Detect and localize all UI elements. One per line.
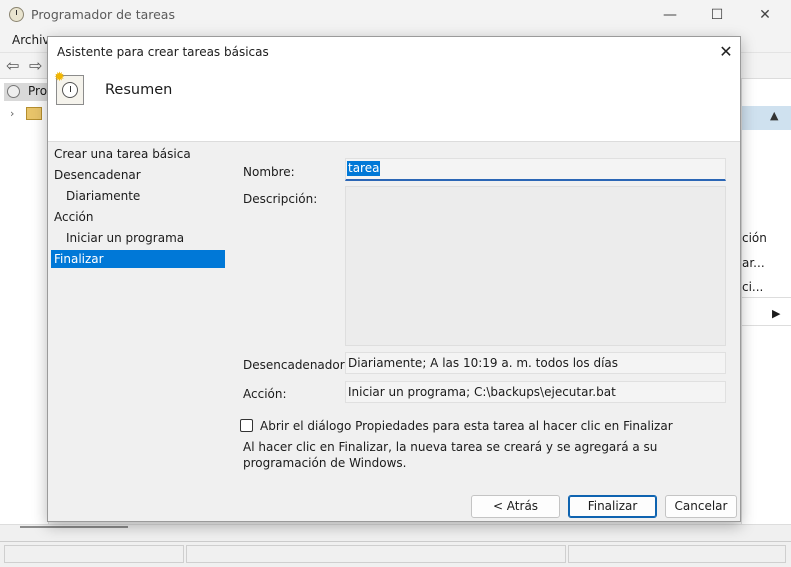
folder-icon <box>26 107 42 120</box>
step-label: Iniciar un programa <box>66 231 185 245</box>
tree-item-library[interactable]: › <box>10 107 42 120</box>
task-scheduler-icon <box>9 7 24 22</box>
step-label: Crear una tarea básica <box>54 147 191 161</box>
name-value: tarea <box>347 161 381 176</box>
collapse-up-icon[interactable]: ▲ <box>770 109 778 122</box>
dialog-title: Asistente para crear tareas básicas <box>57 45 269 59</box>
step-label: Diariamente <box>66 189 141 203</box>
action-field[interactable]: Iniciar un programa; C:\backups\ejecutar… <box>345 381 726 403</box>
back-button[interactable]: < Atrás <box>471 495 560 518</box>
submenu-arrow-icon[interactable]: ▶ <box>772 307 780 320</box>
task-wizard-icon: ✹ <box>54 70 84 105</box>
divider <box>742 297 791 298</box>
clock-icon <box>7 85 20 98</box>
status-cell <box>568 545 786 563</box>
action-value: Iniciar un programa; C:\backups\ejecutar… <box>348 385 616 399</box>
main-window-title: Programador de tareas <box>31 7 175 22</box>
finish-note: Al hacer clic en Finalizar, la nueva tar… <box>243 440 658 470</box>
step-label: Acción <box>54 210 94 224</box>
description-field[interactable] <box>345 186 726 346</box>
maximize-icon[interactable]: ☐ <box>702 4 732 26</box>
divider <box>742 325 791 326</box>
back-arrow-icon[interactable]: ⇦ <box>6 56 19 75</box>
status-bar <box>0 541 791 567</box>
name-label: Nombre: <box>243 165 295 179</box>
status-cell <box>4 545 184 563</box>
actions-pane: ▲ ción ar... ci... ▶ <box>741 79 791 524</box>
action-item[interactable]: ción <box>742 231 767 245</box>
tree-item-root[interactable]: Pro <box>4 83 48 101</box>
open-properties-checkbox[interactable] <box>240 419 253 432</box>
trigger-field[interactable]: Diariamente; A las 10:19 a. m. todos los… <box>345 352 726 374</box>
wizard-header: ✹ Resumen <box>48 67 740 142</box>
step-finalizar[interactable]: Finalizar <box>51 250 225 268</box>
step-desencadenar[interactable]: Desencadenar <box>51 166 225 184</box>
horizontal-scrollbar[interactable] <box>20 526 128 528</box>
navigation-tree: Pro › <box>0 79 49 524</box>
clock-icon <box>62 82 78 98</box>
trigger-value: Diariamente; A las 10:19 a. m. todos los… <box>348 356 619 370</box>
step-label: Desencadenar <box>54 168 141 182</box>
star-icon: ✹ <box>54 70 65 85</box>
cancel-button[interactable]: Cancelar <box>665 495 737 518</box>
step-diariamente[interactable]: Diariamente <box>51 187 225 205</box>
close-window-icon[interactable]: ✕ <box>750 4 780 26</box>
page-title: Resumen <box>105 82 173 98</box>
chevron-right-icon[interactable]: › <box>10 107 14 120</box>
step-label: Finalizar <box>54 252 104 266</box>
create-basic-task-dialog: Asistente para crear tareas básicas ✕ ✹ … <box>47 36 741 522</box>
name-field[interactable]: tarea <box>345 158 726 181</box>
tree-item-label: Pro <box>28 84 48 98</box>
action-label: Acción: <box>243 387 287 401</box>
main-window-titlebar: Programador de tareas — ☐ ✕ <box>0 0 791 30</box>
finish-button[interactable]: Finalizar <box>568 495 657 518</box>
open-properties-label[interactable]: Abrir el diálogo Propiedades para esta t… <box>260 419 673 433</box>
minimize-icon[interactable]: — <box>655 4 685 26</box>
action-item[interactable]: ar... <box>742 256 765 270</box>
description-label: Descripción: <box>243 192 318 206</box>
trigger-label: Desencadenador: <box>243 358 349 372</box>
step-crear-tarea[interactable]: Crear una tarea básica <box>51 145 225 163</box>
close-icon[interactable]: ✕ <box>713 39 739 65</box>
dialog-titlebar: Asistente para crear tareas básicas ✕ <box>48 37 740 67</box>
actions-header[interactable]: ▲ <box>742 106 791 130</box>
step-iniciar-programa[interactable]: Iniciar un programa <box>51 229 225 247</box>
status-cell <box>186 545 566 563</box>
forward-arrow-icon[interactable]: ⇨ <box>29 56 42 75</box>
action-item[interactable]: ci... <box>742 280 763 294</box>
step-accion[interactable]: Acción <box>51 208 225 226</box>
